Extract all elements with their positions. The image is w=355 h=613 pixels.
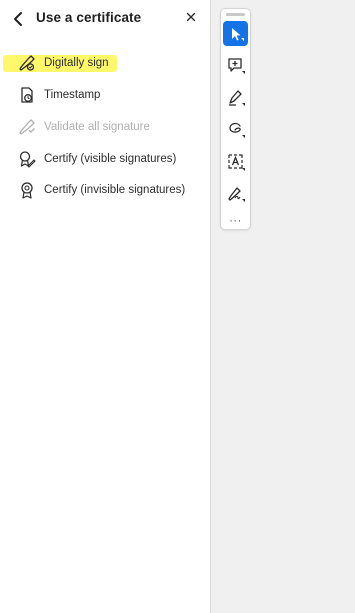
- menu-item-label: Certify (invisible signatures): [44, 184, 186, 196]
- back-button[interactable]: [10, 9, 28, 29]
- text-recognition-tool-button[interactable]: [223, 149, 248, 174]
- add-comment-tool-button[interactable]: [223, 53, 248, 78]
- more-tools-button[interactable]: ···: [223, 208, 248, 233]
- menu-item-certify-visible[interactable]: Certify (visible signatures): [14, 146, 202, 172]
- close-button[interactable]: [184, 10, 198, 24]
- menu-item-digitally-sign[interactable]: Digitally sign: [14, 50, 202, 76]
- menu-item-label: Certify (visible signatures): [44, 153, 177, 165]
- highlight-tool-button[interactable]: [223, 85, 248, 110]
- menu-item-timestamp[interactable]: Timestamp: [14, 82, 202, 108]
- freehand-draw-icon: [228, 122, 245, 138]
- panel-title: Use a certificate: [36, 10, 142, 25]
- menu-item-label: Validate all signature: [44, 121, 150, 133]
- panel-header: Use a certificate: [0, 0, 211, 40]
- toolbar-drag-handle[interactable]: [226, 13, 245, 16]
- menu-item-label: Digitally sign: [44, 57, 109, 69]
- validate-signature-icon: [19, 119, 35, 135]
- certify-visible-icon: [19, 151, 36, 168]
- digital-sign-icon: [19, 55, 35, 71]
- close-icon: [186, 12, 196, 22]
- signature-pen-icon: [227, 186, 245, 202]
- pen-highlight-icon: [228, 89, 245, 106]
- menu-item-validate-all-signature[interactable]: Validate all signature: [14, 114, 202, 140]
- certificate-panel: Use a certificate Digitally sign Timesta…: [0, 0, 211, 613]
- arrow-pointer-icon: [231, 27, 244, 41]
- timestamp-icon: [21, 87, 33, 103]
- menu-item-label: Timestamp: [44, 89, 101, 101]
- certify-invisible-icon: [21, 182, 33, 199]
- menu-item-certify-invisible[interactable]: Certify (invisible signatures): [14, 177, 202, 203]
- draw-tool-button[interactable]: [223, 117, 248, 142]
- chevron-left-icon: [14, 12, 22, 26]
- comment-plus-icon: [227, 57, 245, 74]
- quick-tools-toolbar: ···: [220, 8, 251, 230]
- sign-tool-button[interactable]: [223, 181, 248, 206]
- select-tool-button[interactable]: [223, 21, 248, 46]
- text-box-icon: [227, 153, 245, 171]
